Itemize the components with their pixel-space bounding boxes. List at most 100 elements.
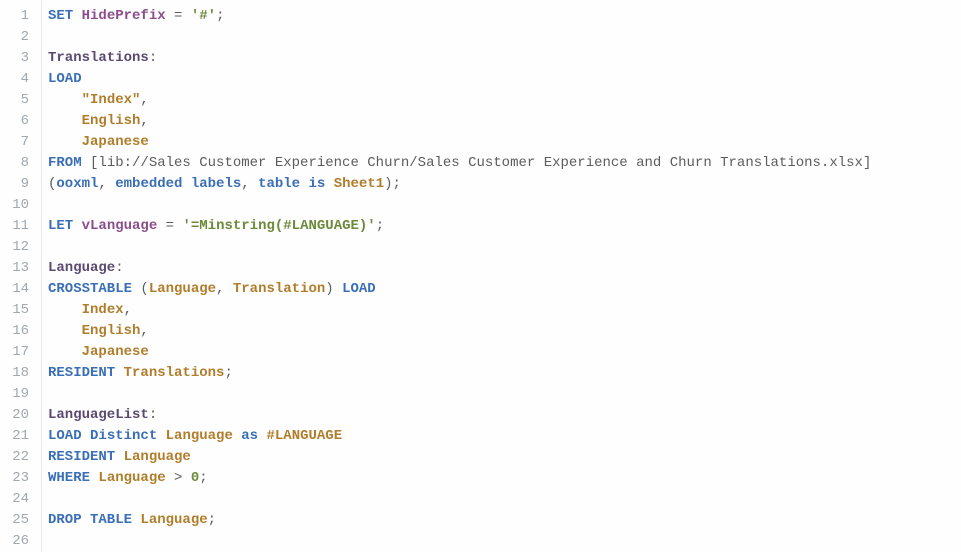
line-number: 14: [8, 279, 29, 300]
line-number: 5: [8, 90, 29, 111]
code-token: [115, 365, 123, 381]
code-token: ,: [140, 92, 148, 108]
code-token: ooxml: [56, 176, 98, 192]
code-token: ,: [140, 113, 148, 129]
code-token: [157, 428, 165, 444]
code-token: =: [166, 218, 174, 234]
code-token: );: [384, 176, 401, 192]
code-line[interactable]: "Index",: [48, 90, 961, 111]
code-token: Language: [98, 470, 165, 486]
code-token: LOAD: [48, 428, 82, 444]
code-line[interactable]: LanguageList:: [48, 405, 961, 426]
code-token: embedded labels: [115, 176, 241, 192]
code-token: [157, 218, 165, 234]
code-line[interactable]: DROP TABLE Language;: [48, 510, 961, 531]
line-number: 4: [8, 69, 29, 90]
code-line[interactable]: [48, 384, 961, 405]
code-token: RESIDENT: [48, 449, 115, 465]
code-token: Japanese: [82, 344, 149, 360]
line-number: 10: [8, 195, 29, 216]
code-token: [166, 470, 174, 486]
code-token: :: [149, 407, 157, 423]
code-line[interactable]: Language:: [48, 258, 961, 279]
code-token: ,: [241, 176, 258, 192]
line-number: 23: [8, 468, 29, 489]
code-token: 0: [191, 470, 199, 486]
code-token: RESIDENT: [48, 365, 115, 381]
code-line[interactable]: Japanese: [48, 132, 961, 153]
code-token: :: [149, 50, 157, 66]
code-token: as: [241, 428, 258, 444]
line-number: 11: [8, 216, 29, 237]
code-line[interactable]: English,: [48, 111, 961, 132]
code-token: Language: [140, 512, 207, 528]
line-number: 25: [8, 510, 29, 531]
code-token: [325, 176, 333, 192]
code-token: DROP TABLE: [48, 512, 132, 528]
code-line[interactable]: Japanese: [48, 342, 961, 363]
code-token: [82, 155, 90, 171]
line-number: 1: [8, 6, 29, 27]
line-number: 17: [8, 342, 29, 363]
code-line[interactable]: [48, 531, 961, 552]
code-token: (: [132, 281, 149, 297]
code-token: Language: [48, 260, 115, 276]
code-line[interactable]: English,: [48, 321, 961, 342]
code-area[interactable]: SET HidePrefix = '#'; Translations: LOAD "…: [42, 0, 961, 552]
code-token: [115, 449, 123, 465]
code-line[interactable]: SET HidePrefix = '#';: [48, 6, 961, 27]
code-token: FROM: [48, 155, 82, 171]
code-token: English: [82, 323, 141, 339]
code-token: Distinct: [90, 428, 157, 444]
code-token: [48, 344, 82, 360]
line-number: 12: [8, 237, 29, 258]
code-token: [182, 8, 190, 24]
code-line[interactable]: [48, 195, 961, 216]
code-line[interactable]: [48, 27, 961, 48]
code-token: [182, 470, 190, 486]
code-token: '#': [191, 8, 216, 24]
code-token: '=Minstring(#LANGUAGE)': [182, 218, 375, 234]
code-token: [233, 428, 241, 444]
line-number: 15: [8, 300, 29, 321]
code-line[interactable]: RESIDENT Translations;: [48, 363, 961, 384]
code-line[interactable]: RESIDENT Language: [48, 447, 961, 468]
code-line[interactable]: [48, 489, 961, 510]
code-token: Translations: [48, 50, 149, 66]
code-editor[interactable]: 1234567891011121314151617181920212223242…: [0, 0, 961, 552]
code-line[interactable]: WHERE Language > 0;: [48, 468, 961, 489]
code-token: CROSSTABLE: [48, 281, 132, 297]
code-token: English: [82, 113, 141, 129]
code-token: Sheet1: [334, 176, 384, 192]
code-line[interactable]: LOAD Distinct Language as #LANGUAGE: [48, 426, 961, 447]
code-line[interactable]: LOAD: [48, 69, 961, 90]
code-line[interactable]: LET vLanguage = '=Minstring(#LANGUAGE)';: [48, 216, 961, 237]
code-token: [48, 323, 82, 339]
code-token: ;: [208, 512, 216, 528]
code-token: :: [115, 260, 123, 276]
code-token: "Index": [82, 92, 141, 108]
code-token: SET: [48, 8, 73, 24]
code-token: Language: [149, 281, 216, 297]
code-token: WHERE: [48, 470, 90, 486]
code-line[interactable]: FROM [lib://Sales Customer Experience Ch…: [48, 153, 961, 174]
line-number: 3: [8, 48, 29, 69]
code-line[interactable]: Translations:: [48, 48, 961, 69]
code-token: ): [325, 281, 342, 297]
code-line[interactable]: [48, 237, 961, 258]
line-number-gutter: 1234567891011121314151617181920212223242…: [0, 0, 42, 552]
code-token: ,: [98, 176, 115, 192]
code-token: Language: [166, 428, 233, 444]
line-number: 24: [8, 489, 29, 510]
code-line[interactable]: CROSSTABLE (Language, Translation) LOAD: [48, 279, 961, 300]
code-token: LanguageList: [48, 407, 149, 423]
code-token: #LANGUAGE: [266, 428, 342, 444]
code-token: [73, 8, 81, 24]
line-number: 7: [8, 132, 29, 153]
code-line[interactable]: Index,: [48, 300, 961, 321]
code-token: LOAD: [342, 281, 376, 297]
code-token: LOAD: [48, 71, 82, 87]
line-number: 16: [8, 321, 29, 342]
code-token: ;: [199, 470, 207, 486]
code-line[interactable]: (ooxml, embedded labels, table is Sheet1…: [48, 174, 961, 195]
